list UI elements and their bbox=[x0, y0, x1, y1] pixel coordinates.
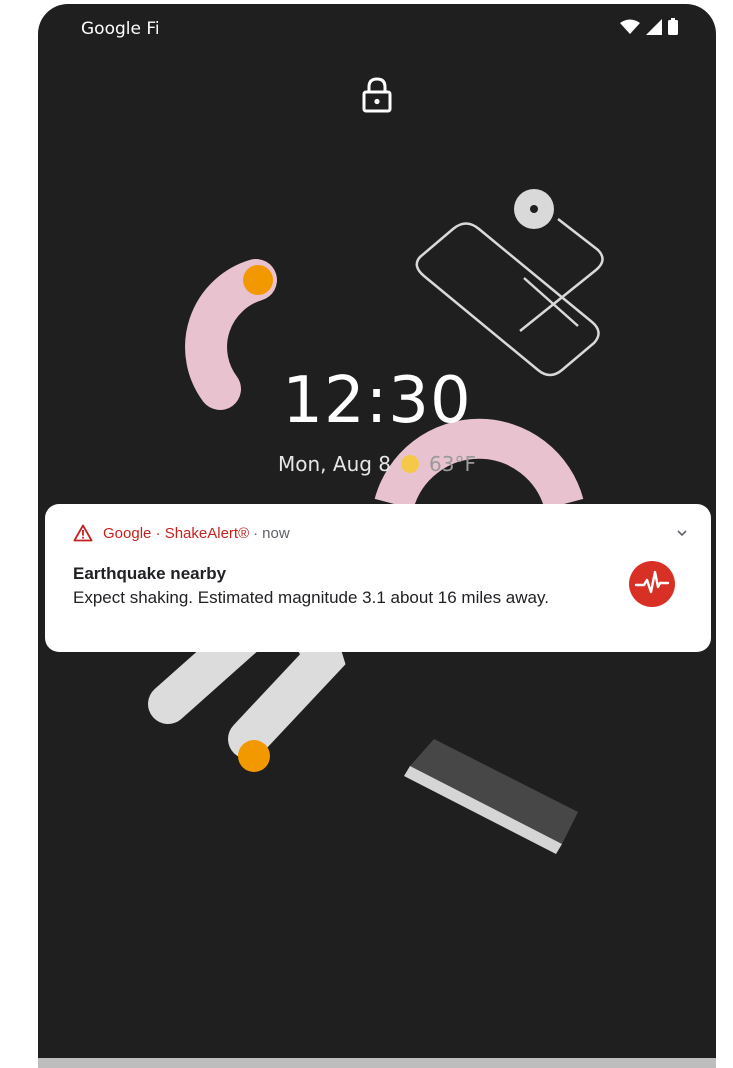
outline-shape bbox=[415, 222, 600, 377]
cell-signal-icon bbox=[646, 18, 662, 35]
carrier-label: Google Fi bbox=[81, 19, 160, 39]
notification-body: Expect shaking. Estimated magnitude 3.1 … bbox=[73, 588, 549, 607]
clock-time: 12:30 bbox=[282, 364, 472, 438]
chevron-down-icon[interactable] bbox=[675, 526, 689, 540]
date-weather-row[interactable]: Mon, Aug 8 63°F bbox=[38, 452, 716, 476]
status-icons bbox=[620, 18, 678, 35]
phone-screen: Google Fi 12:30 Mon, Aug 8 63°F Google · … bbox=[38, 4, 716, 1062]
temperature-label: 63°F bbox=[429, 452, 476, 476]
earthquake-waveform-icon bbox=[629, 561, 675, 607]
warning-triangle-icon bbox=[73, 524, 93, 542]
dark-dot bbox=[530, 205, 538, 213]
notification-header: Google · ShakeAlert® · now bbox=[73, 524, 290, 542]
notification-title: Earthquake nearby bbox=[73, 564, 227, 583]
sun-icon bbox=[401, 455, 420, 473]
orange-dot-bottom bbox=[238, 740, 270, 772]
header-separator: · bbox=[253, 524, 259, 542]
shakealert-notification[interactable]: Google · ShakeAlert® · now Earthquake ne… bbox=[45, 504, 711, 652]
status-bar: Google Fi bbox=[38, 4, 716, 54]
wifi-icon bbox=[620, 19, 640, 34]
lock-icon[interactable] bbox=[358, 76, 396, 114]
bottom-edge bbox=[38, 1058, 716, 1068]
orange-dot-top bbox=[243, 265, 273, 295]
notification-time: now bbox=[262, 524, 290, 542]
notification-app-name: Google · ShakeAlert® bbox=[103, 524, 250, 542]
outline-line bbox=[519, 218, 604, 332]
date-label: Mon, Aug 8 bbox=[278, 452, 392, 476]
battery-icon bbox=[668, 18, 678, 35]
